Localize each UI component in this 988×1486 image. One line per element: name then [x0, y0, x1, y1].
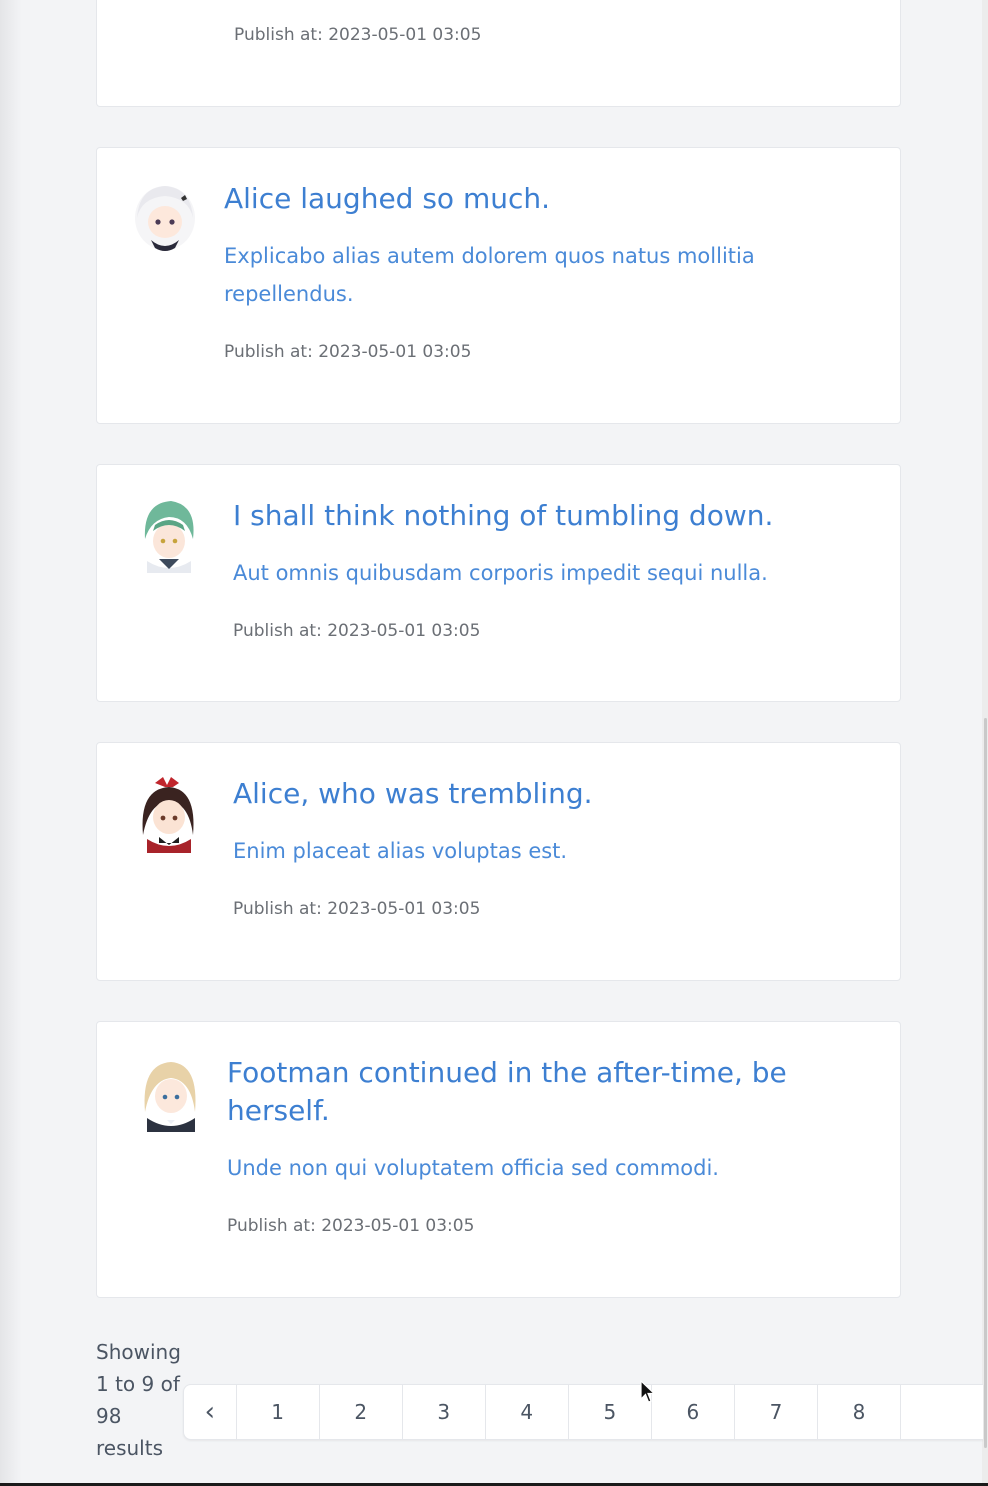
page-button-3[interactable]: 3	[401, 1385, 485, 1439]
page-button-1[interactable]: 1	[235, 1385, 319, 1439]
post-publish-date: Publish at: 2023-05-01 03:05	[233, 621, 481, 641]
post-card[interactable]: Alice, who was trembling. Enim placeat a…	[96, 742, 901, 981]
page-button-7[interactable]: 7	[733, 1385, 817, 1439]
post-card[interactable]: Alice laughed so much. Explicabo alias a…	[96, 147, 901, 424]
pagination-prev-button[interactable]: ‹	[184, 1385, 236, 1439]
pagination: ‹ 1 2 3 4 5 6 7 8	[183, 1384, 983, 1440]
post-title[interactable]: Footman continued in the after-time, be …	[227, 1054, 847, 1130]
scrollbar-thumb[interactable]	[984, 718, 987, 1448]
post-publish-date: Publish at: 2023-05-01 03:05	[233, 899, 481, 919]
post-title[interactable]: Alice laughed so much.	[224, 180, 550, 218]
avatar	[144, 501, 194, 573]
scrollbar-track[interactable]	[982, 0, 988, 1486]
post-publish-date: Publish at: 2023-05-01 03:05	[227, 1216, 475, 1236]
avatar	[142, 777, 194, 853]
chevron-left-icon: ‹	[204, 1397, 216, 1427]
page-button-8[interactable]: 8	[816, 1385, 900, 1439]
page-button-5[interactable]: 5	[567, 1385, 651, 1439]
post-excerpt: Unde non qui voluptatem officia sed comm…	[227, 1156, 719, 1180]
post-excerpt: Explicabo alias autem dolorem quos natus…	[224, 244, 755, 306]
page-left-shadow	[0, 0, 22, 1486]
page-button-4[interactable]: 4	[484, 1385, 568, 1439]
post-card[interactable]: I shall think nothing of tumbling down. …	[96, 464, 901, 702]
page-button-more[interactable]	[900, 1385, 983, 1439]
post-publish-date: Publish at: 2023-05-01 03:05	[234, 25, 482, 45]
post-title[interactable]: I shall think nothing of tumbling down.	[233, 497, 773, 535]
page-button-6[interactable]: 6	[650, 1385, 734, 1439]
post-publish-date: Publish at: 2023-05-01 03:05	[224, 342, 472, 362]
mouse-pointer-icon	[640, 1380, 656, 1403]
post-card[interactable]: Footman continued in the after-time, be …	[96, 1021, 901, 1298]
results-summary: Showing 1 to 9 of 98 results	[96, 1340, 181, 1460]
page-button-2[interactable]: 2	[318, 1385, 402, 1439]
post-excerpt: Enim placeat alias voluptas est.	[233, 839, 568, 863]
avatar	[144, 1062, 196, 1132]
post-title[interactable]: Alice, who was trembling.	[233, 775, 593, 813]
post-card[interactable]: Publish at: 2023-05-01 03:05	[96, 0, 901, 107]
post-excerpt: Aut omnis quibusdam corporis impedit seq…	[233, 561, 768, 585]
avatar	[135, 186, 195, 251]
